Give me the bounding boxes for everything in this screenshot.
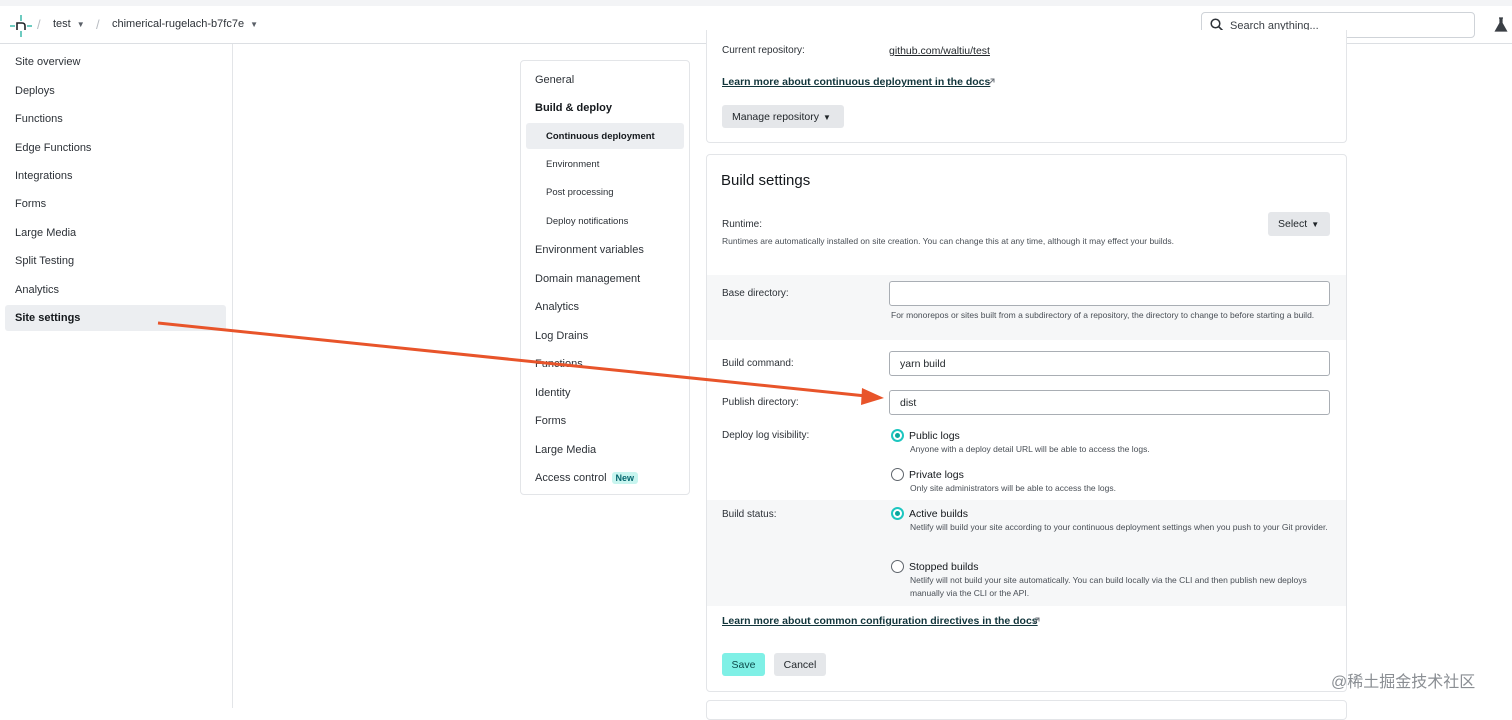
runtime-label: Runtime: — [722, 219, 763, 230]
build-settings-title: Build settings — [721, 172, 811, 189]
watermark: @稀土掘金技术社区 — [1331, 674, 1476, 691]
subnav-item-large-media[interactable]: Large Media — [535, 444, 596, 456]
chevron-down-icon: ▼ — [250, 20, 258, 29]
base-directory-input[interactable] — [889, 281, 1330, 306]
subnav-item-identity[interactable]: Identity — [535, 387, 570, 399]
private-logs-help: Only site administrators will be able to… — [910, 483, 1116, 493]
sidebar-item-edge-functions[interactable]: Edge Functions — [5, 135, 226, 161]
flask-icon[interactable] — [1494, 17, 1508, 33]
sidebar-item-site-overview[interactable]: Site overview — [5, 49, 226, 75]
publish-directory-input[interactable] — [889, 390, 1330, 415]
chevron-down-icon: ▼ — [76, 20, 85, 29]
sidebar-item-deploys[interactable]: Deploys — [5, 78, 226, 104]
subnav-item-post-processing[interactable]: Post processing — [546, 187, 614, 198]
external-link-icon — [988, 78, 995, 85]
active-builds-help: Netlify will build your site according t… — [910, 522, 1328, 532]
cancel-button[interactable]: Cancel — [774, 653, 826, 676]
sidebar-item-split-testing[interactable]: Split Testing — [5, 248, 226, 274]
public-logs-title: Public logs — [909, 430, 960, 442]
deploy-log-visibility-label: Deploy log visibility: — [722, 430, 810, 441]
sidebar-item-site-settings[interactable]: Site settings — [5, 305, 226, 331]
active-builds-title: Active builds — [909, 508, 968, 520]
public-logs-radio[interactable] — [891, 429, 904, 442]
subnav-item-general[interactable]: General — [535, 74, 574, 86]
new-badge: New — [611, 472, 639, 484]
sidebar-item-integrations[interactable]: Integrations — [5, 163, 226, 189]
breadcrumb-team[interactable]: test ▼ — [53, 18, 85, 30]
public-logs-help: Anyone with a deploy detail URL will be … — [910, 444, 1150, 454]
subnav-item-access-control[interactable]: Access control New — [535, 472, 639, 484]
breadcrumb-site[interactable]: chimerical-rugelach-b7fc7e ▼ — [112, 18, 258, 30]
subnav-item-domain-management[interactable]: Domain management — [535, 273, 640, 285]
stopped-builds-help: Netlify will not build your site automat… — [910, 575, 1307, 598]
subnav-item-log-drains[interactable]: Log Drains — [535, 330, 588, 342]
site-sidebar: Site overview Deploys Functions Edge Fun… — [0, 44, 233, 708]
repository-link[interactable]: github.com/waltiu/test — [889, 45, 990, 57]
stopped-builds-title: Stopped builds — [909, 561, 979, 573]
sidebar-item-forms[interactable]: Forms — [5, 191, 226, 217]
subnav-item-environment[interactable]: Environment — [546, 159, 599, 170]
subnav-item-build-deploy[interactable]: Build & deploy — [535, 102, 612, 114]
subnav-item-environment-variables[interactable]: Environment variables — [535, 244, 644, 256]
subnav-item-forms[interactable]: Forms — [535, 415, 566, 427]
sidebar-item-large-media[interactable]: Large Media — [5, 220, 226, 246]
subnav-item-continuous-deployment[interactable]: Continuous deployment — [546, 131, 655, 142]
settings-subnav: General Build & deploy Continuous deploy… — [520, 60, 690, 495]
current-repository-label: Current repository: — [722, 45, 805, 56]
build-command-label: Build command: — [722, 358, 794, 369]
base-directory-help: For monorepos or sites built from a subd… — [891, 310, 1315, 320]
build-status-label: Build status: — [722, 509, 777, 520]
runtime-help: Runtimes are automatically installed on … — [722, 236, 1175, 246]
subnav-item-analytics[interactable]: Analytics — [535, 301, 579, 313]
private-logs-radio[interactable] — [891, 468, 904, 481]
breadcrumb-separator: / — [37, 17, 41, 32]
stopped-builds-radio[interactable] — [891, 560, 904, 573]
subnav-item-deploy-notifications[interactable]: Deploy notifications — [546, 216, 628, 227]
sidebar-item-functions[interactable]: Functions — [5, 106, 226, 132]
private-logs-title: Private logs — [909, 469, 964, 481]
base-directory-label: Base directory: — [722, 288, 789, 299]
external-link-icon — [1033, 617, 1040, 624]
netlify-logo-icon[interactable] — [10, 15, 32, 37]
configuration-directives-docs-link[interactable]: Learn more about common configuration di… — [722, 615, 1038, 627]
breadcrumb-separator: / — [96, 17, 100, 32]
sidebar-item-analytics[interactable]: Analytics — [5, 277, 226, 303]
build-command-input[interactable] — [889, 351, 1330, 376]
save-button[interactable]: Save — [722, 653, 765, 676]
active-builds-radio[interactable] — [891, 507, 904, 520]
continuous-deployment-docs-link[interactable]: Learn more about continuous deployment i… — [722, 76, 990, 88]
chevron-down-icon: ▼ — [822, 112, 831, 122]
manage-repository-button[interactable]: Manage repository ▼ — [722, 105, 844, 128]
next-settings-card — [706, 700, 1347, 720]
subnav-item-functions[interactable]: Functions — [535, 358, 583, 370]
chevron-down-icon: ▼ — [1311, 220, 1320, 229]
runtime-select-button[interactable]: Select ▼ — [1268, 212, 1330, 236]
publish-directory-label: Publish directory: — [722, 397, 799, 408]
